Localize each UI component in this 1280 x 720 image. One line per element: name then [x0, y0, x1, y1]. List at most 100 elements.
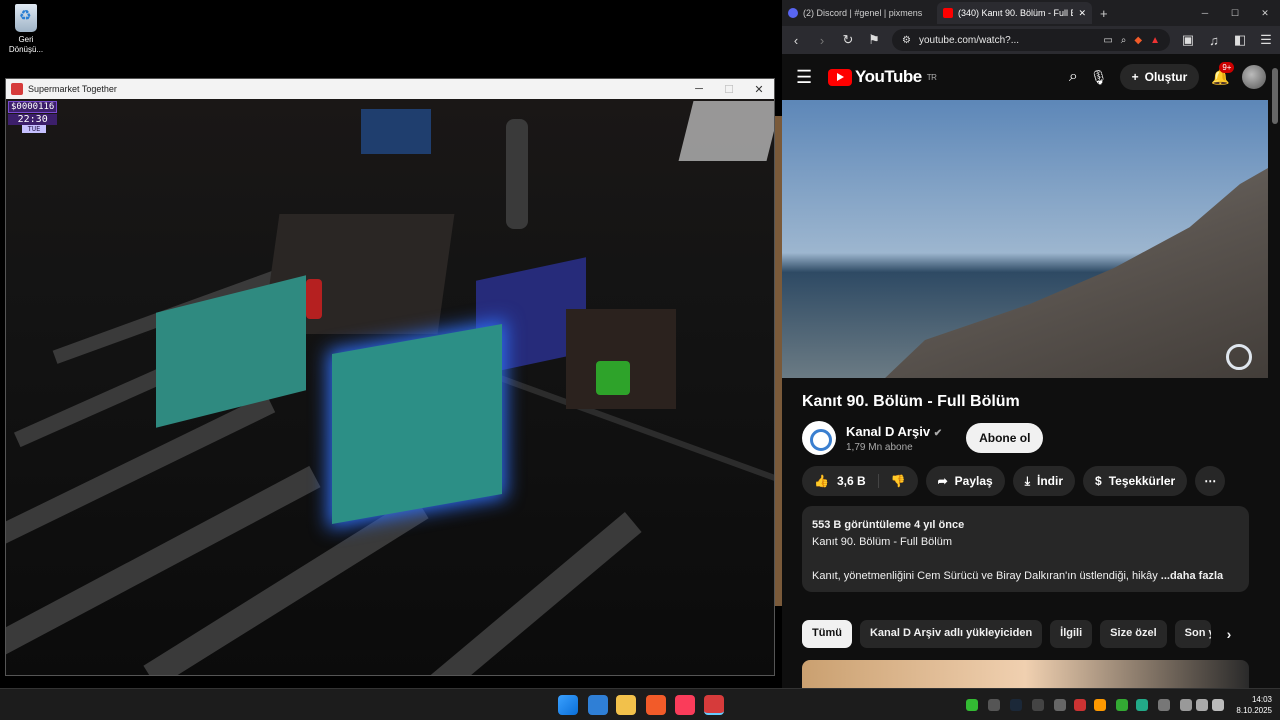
steam-icon[interactable]	[1010, 699, 1022, 711]
tray-app-icon[interactable]	[1032, 699, 1044, 711]
game-viewport[interactable]: $0000116 22:30 TUE	[6, 99, 774, 675]
notifications-button[interactable]: 🔔 9+	[1211, 62, 1235, 86]
show-more-link[interactable]: ...daha fazla	[1161, 570, 1223, 582]
microphone-icon[interactable]: 🎙	[1090, 69, 1108, 86]
system-clock[interactable]: 14:03 8.10.2025	[1236, 694, 1272, 716]
close-window-button[interactable]: ✕	[1250, 8, 1280, 19]
verified-icon: ✔	[933, 427, 943, 439]
close-button[interactable]: ✕	[744, 83, 774, 96]
start-icon[interactable]	[558, 695, 578, 715]
subscribe-button[interactable]: Abone ol	[966, 423, 1044, 453]
tray-app-icon[interactable]	[1074, 699, 1086, 711]
description-text: Kanıt, yönetmenliğini Cem Sürücü ve Bira…	[812, 570, 1158, 582]
download-label: İndir	[1037, 474, 1064, 488]
video-player[interactable]	[782, 100, 1268, 378]
taskbar: 14:03 8.10.2025	[0, 688, 1280, 720]
avatar[interactable]	[1242, 65, 1266, 89]
network-icon[interactable]	[1180, 699, 1192, 711]
battery-icon[interactable]	[1212, 699, 1224, 711]
music-app-icon[interactable]	[675, 695, 695, 715]
channel-watermark	[1226, 344, 1252, 370]
recycle-bin[interactable]: Geri Dönüşü...	[6, 4, 46, 55]
tab-label: (340) Kanıt 90. Bölüm - Full B	[958, 8, 1074, 18]
back-icon[interactable]: ‹	[788, 33, 804, 48]
more-icon: ⋯	[1204, 474, 1217, 488]
description-title: Kanıt 90. Bölüm - Full Bölüm	[812, 536, 953, 548]
chip-all[interactable]: Tümü	[802, 620, 852, 648]
wallet-icon[interactable]: ▣	[1180, 32, 1196, 48]
brave-shield-icon[interactable]: ◆	[1134, 35, 1142, 46]
download-button[interactable]: ⤓ İndir	[1012, 466, 1076, 496]
scrollbar-thumb[interactable]	[1272, 68, 1278, 124]
tab-youtube[interactable]: (340) Kanıt 90. Bölüm - Full B ✕	[937, 2, 1092, 24]
more-actions-button[interactable]: ⋯	[1195, 466, 1226, 496]
zoom-icon[interactable]: ⌕	[1121, 35, 1127, 46]
bookmark-icon[interactable]: ⚑	[866, 32, 882, 48]
clock-date: 8.10.2025	[1236, 706, 1272, 715]
tray-app-icon[interactable]	[1054, 699, 1066, 711]
chip-related[interactable]: İlgili	[1050, 620, 1093, 648]
cast-icon[interactable]: ▭	[1103, 35, 1112, 46]
maximize-button[interactable]: ☐	[1220, 8, 1250, 19]
subscriber-count: 1,79 Mn abone	[846, 441, 913, 453]
page-scrollbar[interactable]	[1272, 60, 1278, 680]
music-icon[interactable]: ♫	[1206, 33, 1222, 48]
game-window[interactable]: Supermarket Together ─ ☐ ✕ $0000116 22:3…	[5, 78, 775, 676]
gallery-icon[interactable]	[588, 695, 608, 715]
notification-badge: 9+	[1219, 62, 1235, 73]
discord-icon	[788, 8, 798, 18]
recycle-bin-icon	[15, 4, 37, 32]
maximize-button[interactable]: ☐	[714, 83, 744, 96]
recycle-bin-label: Geri Dönüşü...	[8, 35, 44, 54]
tray-app-icon[interactable]	[1158, 699, 1170, 711]
chip-recent[interactable]: Son y	[1174, 620, 1211, 648]
share-button[interactable]: ➦ Paylaş	[925, 466, 1005, 496]
search-icon[interactable]: ⌕	[1069, 68, 1078, 86]
menu-icon[interactable]: ☰	[1258, 32, 1274, 48]
tray-app-icon[interactable]	[1116, 699, 1128, 711]
youtube-logo[interactable]: YouTube TR	[828, 67, 937, 87]
minimize-button[interactable]: ─	[684, 83, 714, 95]
new-tab-button[interactable]: +	[1092, 6, 1116, 21]
site-info-icon[interactable]: ⚙	[902, 35, 911, 46]
channel-avatar[interactable]	[802, 421, 836, 455]
channel-name[interactable]: Kanal D Arşiv ✔	[846, 424, 942, 439]
tray-chevron-icon[interactable]	[966, 699, 978, 711]
like-count: 3,6 B	[836, 474, 866, 488]
supermarket-together-icon[interactable]	[704, 695, 724, 715]
address-bar: ‹ › ↻ ⚑ ⚙ youtube.com/watch?... ▭ ⌕ ◆ ▲ …	[782, 26, 1280, 54]
url-field[interactable]: ⚙ youtube.com/watch?... ▭ ⌕ ◆ ▲	[892, 29, 1170, 51]
like-button[interactable]: 👍 3,6 B	[802, 474, 879, 488]
tab-strip: (2) Discord | #genel | pixmens (340) Kan…	[782, 0, 1280, 26]
dislike-button[interactable]: 👎	[879, 474, 918, 488]
forward-icon[interactable]: ›	[814, 33, 830, 48]
browser-window[interactable]: (2) Discord | #genel | pixmens (340) Kan…	[782, 0, 1280, 688]
download-icon: ⤓	[1024, 473, 1031, 488]
chip-uploader[interactable]: Kanal D Arşiv adlı yükleyiciden	[859, 620, 1043, 648]
thanks-button[interactable]: $ Teşekkürler	[1083, 466, 1188, 496]
game-window-title: Supermarket Together	[28, 84, 117, 94]
thumbs-up-icon: 👍	[814, 474, 829, 488]
minimize-button[interactable]: ─	[1190, 8, 1220, 18]
recommended-video-thumbnail[interactable]	[802, 660, 1249, 688]
file-explorer-icon[interactable]	[616, 695, 636, 715]
tray-app-icon[interactable]	[1094, 699, 1106, 711]
tray-app-icon[interactable]	[988, 699, 1000, 711]
tab-discord[interactable]: (2) Discord | #genel | pixmens	[782, 2, 937, 24]
background-window-edge[interactable]	[775, 116, 782, 606]
game-hud: $0000116 22:30 TUE	[8, 101, 58, 133]
description-box[interactable]: 553 B görüntüleme 4 yıl önce Kanıt 90. B…	[802, 506, 1249, 592]
tray-app-icon[interactable]	[1136, 699, 1148, 711]
rewards-icon[interactable]: ▲	[1150, 35, 1160, 46]
thanks-icon: $	[1095, 474, 1102, 488]
close-tab-icon[interactable]: ✕	[1078, 8, 1086, 19]
game-titlebar[interactable]: Supermarket Together ─ ☐ ✕	[6, 79, 774, 99]
sidebar-icon[interactable]: ◧	[1232, 32, 1248, 48]
brave-icon[interactable]	[646, 695, 666, 715]
volume-icon[interactable]	[1196, 699, 1208, 711]
hamburger-menu-icon[interactable]: ☰	[796, 67, 816, 88]
chevron-right-icon[interactable]: ›	[1219, 620, 1240, 648]
create-button[interactable]: + Oluştur	[1119, 64, 1200, 90]
chip-for-you[interactable]: Size özel	[1100, 620, 1167, 648]
reload-icon[interactable]: ↻	[840, 32, 856, 48]
